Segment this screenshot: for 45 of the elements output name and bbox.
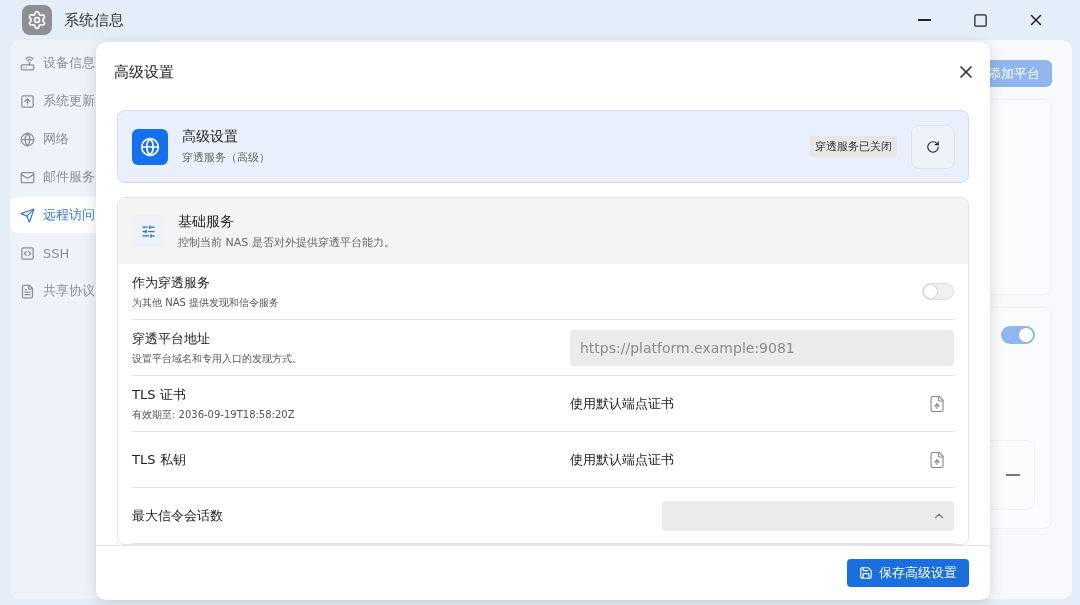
select-field[interactable] xyxy=(662,500,954,531)
sidebar-item[interactable]: 网络 xyxy=(10,121,160,157)
file-upload-icon xyxy=(928,394,946,413)
app-icon xyxy=(22,5,52,35)
setting-value: 使用默认端点证书 xyxy=(570,450,674,469)
sidebar-item[interactable]: 系统更新 xyxy=(10,83,160,119)
card-title: 高级设置 xyxy=(182,128,239,146)
upload-icon xyxy=(20,93,35,109)
card-subtitle: 穿透服务（高级） xyxy=(182,150,271,165)
dialog-title: 高级设置 xyxy=(114,62,174,82)
refresh-icon xyxy=(926,139,940,154)
setting-label: 穿透平台地址 xyxy=(132,329,211,348)
address-field[interactable]: https://platform.example:9081 xyxy=(570,329,954,366)
setting-hint: 有效期至: 2036-09-19T18:58:20Z xyxy=(132,407,296,422)
setting-label: TLS 证书 xyxy=(132,385,187,404)
globe-icon xyxy=(132,128,168,165)
mail-icon xyxy=(20,169,35,185)
sidebar-item[interactable]: SSH xyxy=(10,235,160,271)
sliders-icon xyxy=(132,215,164,247)
section-title: 基础服务 xyxy=(178,212,235,231)
upload-button[interactable] xyxy=(928,450,946,469)
router-icon xyxy=(20,55,35,71)
setting-label: 作为穿透服务 xyxy=(132,273,211,292)
maximize-icon xyxy=(972,12,988,28)
setting-value: 使用默认端点证书 xyxy=(570,394,674,413)
setting-hint: 为其他 NAS 提供发现和信令服务 xyxy=(132,295,281,310)
refresh-button[interactable] xyxy=(911,124,955,169)
setting-label: 最大信令会话数 xyxy=(132,506,224,525)
code-icon xyxy=(20,245,35,261)
save-button[interactable]: 保存高级设置 xyxy=(847,559,969,587)
sidebar-item[interactable]: 邮件服务 xyxy=(10,159,160,195)
window-title: 系统信息 xyxy=(64,10,125,30)
status-badge: 穿透服务已关闭 xyxy=(810,136,897,157)
section-description: 控制当前 NAS 是否对外提供穿透平台能力。 xyxy=(178,234,396,250)
file-upload-icon xyxy=(928,450,946,469)
globe-icon xyxy=(20,131,35,147)
setting-hint: 设置平台域名和专用入口的发现方式。 xyxy=(132,351,303,366)
file-icon xyxy=(20,283,35,299)
setting-label: TLS 私钥 xyxy=(132,450,187,469)
save-icon xyxy=(859,566,873,580)
send-icon xyxy=(20,207,35,223)
toggle-switch[interactable] xyxy=(922,283,954,300)
toggle-switch[interactable] xyxy=(1001,326,1035,344)
minimize-icon xyxy=(917,19,931,21)
upload-button[interactable] xyxy=(928,394,946,413)
